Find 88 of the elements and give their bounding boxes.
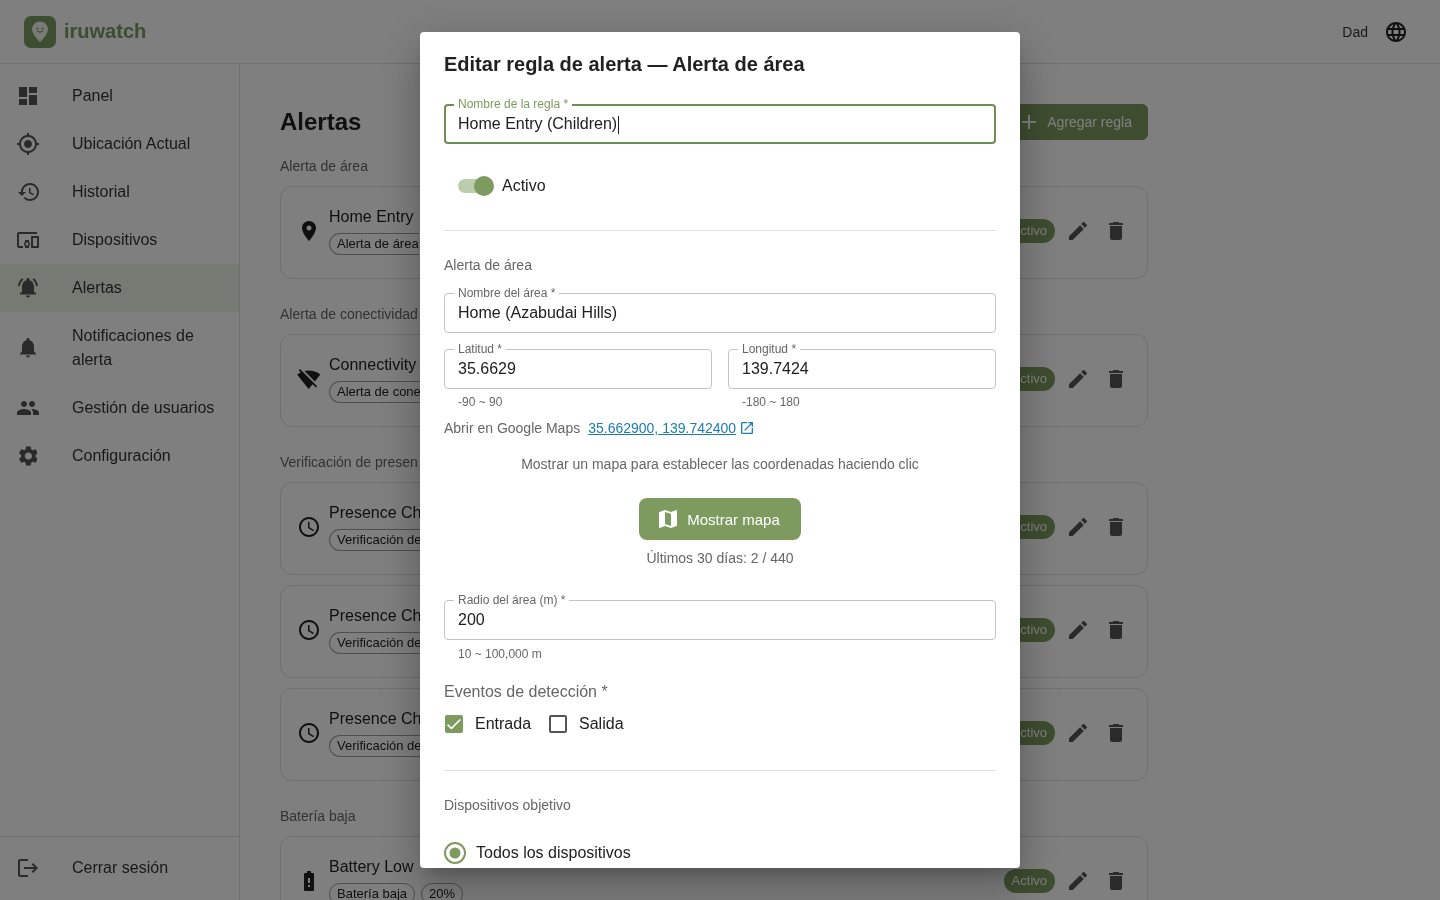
clock-icon: [299, 723, 319, 743]
settings-icon: [18, 446, 38, 466]
trash-icon[interactable]: [1109, 370, 1123, 388]
pencil-icon[interactable]: [1069, 621, 1087, 639]
status-tag: ctivo: [1020, 219, 1055, 243]
trash-icon[interactable]: [1109, 872, 1123, 890]
status-tag: ctivo: [1020, 618, 1055, 642]
pencil-icon[interactable]: [1069, 518, 1087, 536]
section-heading: Alerta de área: [444, 256, 532, 275]
status-tag: Activo: [1003, 869, 1055, 893]
external-link-icon[interactable]: [741, 422, 754, 434]
nav-item[interactable]: Alertas: [0, 264, 239, 312]
plus-icon: [1022, 115, 1037, 129]
ringing-bell-icon: [18, 278, 38, 298]
helper-text: 10 ~ 100,000 m: [458, 647, 542, 661]
status-tag: ctivo: [1020, 515, 1055, 539]
nav-item[interactable]: Configuración: [0, 432, 239, 480]
history-icon: [17, 183, 39, 201]
rule-title: Battery Low: [329, 857, 414, 877]
field-label: Nombre de la regla *: [454, 97, 573, 111]
nav-item[interactable]: Panel: [0, 72, 239, 120]
section-heading: Alerta de conectividad: [280, 305, 418, 324]
checkbox-label[interactable]: Salida: [579, 712, 624, 736]
nav-item[interactable]: Gestión de usuarios: [0, 384, 239, 432]
radio-label[interactable]: Todos los dispositivos: [476, 841, 631, 865]
text-cursor: [618, 115, 620, 134]
rule-title: Connectivity: [329, 355, 417, 375]
stats-text: Últimos 30 días: 2 / 440: [646, 549, 794, 568]
maps-label: Abrir en Google Maps: [444, 419, 581, 438]
field-label: Latitud *: [454, 342, 507, 356]
status-tag: ctivo: [1020, 367, 1055, 391]
status-tag: ctivo: [1020, 721, 1055, 745]
section-heading: Verificación de presen: [280, 453, 418, 472]
field-label: Nombre del área *: [454, 286, 560, 300]
logout-icon: [18, 859, 38, 877]
nav-item[interactable]: Historial: [0, 168, 239, 216]
logout-item[interactable]: Cerrar sesión: [0, 844, 239, 892]
app-name: iruwatch: [64, 20, 147, 43]
pencil-icon[interactable]: [1069, 222, 1087, 240]
toggle-switch[interactable]: [456, 176, 494, 196]
field-label: Radio del área (m) *: [454, 593, 570, 607]
helper-text: -180 ~ 180: [742, 395, 800, 409]
rule-title: Presence Ch: [329, 503, 422, 523]
nav-item[interactable]: Notificaciones de alerta: [0, 312, 239, 384]
globe-icon[interactable]: [1386, 21, 1406, 42]
pencil-icon[interactable]: [1069, 724, 1087, 742]
pencil-icon[interactable]: [1069, 370, 1087, 388]
map-icon: [659, 510, 678, 528]
show-map-button[interactable]: Mostrar mapa: [639, 498, 801, 540]
wifi-off-icon: [297, 368, 321, 390]
radio-button[interactable]: [444, 842, 466, 864]
pencil-icon[interactable]: [1069, 872, 1087, 890]
rule-title: Presence Ch: [329, 709, 422, 729]
checkbox-label[interactable]: Entrada: [475, 712, 532, 736]
trash-icon[interactable]: [1109, 222, 1123, 240]
trash-icon[interactable]: [1109, 518, 1123, 536]
nav-item[interactable]: Dispositivos: [0, 216, 239, 264]
bell-icon: [20, 338, 36, 358]
page-title: Alertas: [280, 107, 362, 137]
clock-icon: [299, 620, 319, 640]
battery-alert-icon: [304, 871, 314, 891]
section-heading: Alerta de área: [280, 157, 368, 176]
toggle-label[interactable]: Activo: [502, 174, 546, 198]
coordinates-link[interactable]: 35.662900, 139.742400: [588, 418, 737, 438]
rule-title: Home Entry: [329, 207, 414, 227]
helper-text: -90 ~ 90: [458, 395, 503, 409]
add-rule-button[interactable]: Agregar regla: [1020, 104, 1148, 140]
devices-icon: [17, 232, 39, 248]
trash-icon[interactable]: [1109, 724, 1123, 742]
trash-icon[interactable]: [1109, 621, 1123, 639]
checkbox[interactable]: [549, 715, 568, 733]
pin-icon: [302, 221, 316, 241]
nav-item[interactable]: Ubicación Actual: [0, 120, 239, 168]
dialog-title: Editar regla de alerta — Alerta de área: [444, 52, 805, 77]
app-logo-icon: [24, 15, 56, 48]
people-icon: [17, 401, 39, 415]
checkbox[interactable]: [445, 715, 463, 733]
clock-icon: [299, 517, 319, 537]
user-name: Dad: [1342, 23, 1368, 40]
rule-title: Presence Ch: [329, 606, 422, 626]
check-icon: [447, 718, 461, 730]
dashboard-icon: [19, 87, 37, 105]
section-heading: Batería baja: [280, 807, 356, 826]
field-label: Longitud *: [738, 342, 801, 356]
crosshair-icon: [17, 133, 39, 155]
events-heading: Eventos de detección *: [444, 682, 608, 702]
map-hint: Mostrar un mapa para establecer las coordenadas haciendo clic: [521, 455, 919, 474]
section-heading: Dispositivos objetivo: [444, 796, 571, 815]
